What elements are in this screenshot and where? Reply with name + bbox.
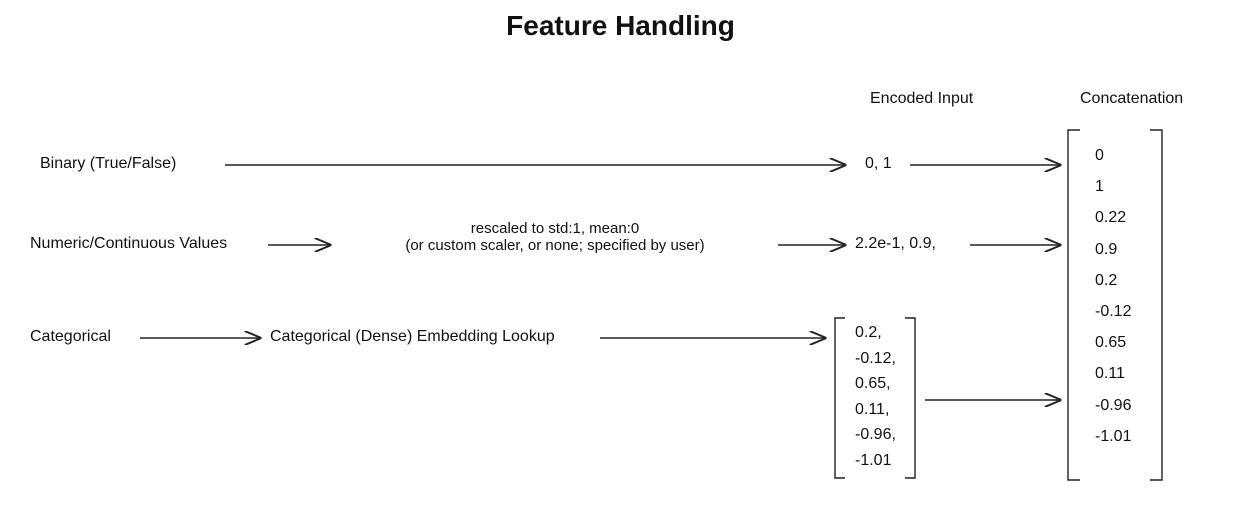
vec-cat-3: 0.11, (855, 397, 896, 423)
concat-0: 0 (1095, 140, 1131, 171)
transform-numeric: rescaled to std:1, mean:0 (or custom sca… (335, 220, 775, 254)
column-header-concat: Concatenation (1080, 90, 1183, 108)
concat-8: -0.96 (1095, 390, 1131, 421)
diagram-title: Feature Handling (0, 10, 1241, 42)
encoded-binary: 0, 1 (865, 155, 892, 173)
label-categorical: Categorical (30, 328, 111, 346)
concat-9: -1.01 (1095, 421, 1131, 452)
label-numeric: Numeric/Continuous Values (30, 235, 227, 253)
concat-7: 0.11 (1095, 358, 1131, 389)
vec-cat-5: -1.01 (855, 448, 896, 474)
concat-3: 0.9 (1095, 234, 1131, 265)
transform-numeric-line1: rescaled to std:1, mean:0 (335, 220, 775, 237)
label-binary: Binary (True/False) (40, 155, 176, 173)
column-header-encoded: Encoded Input (870, 90, 973, 108)
concat-vector: 0 1 0.22 0.9 0.2 -0.12 0.65 0.11 -0.96 -… (1095, 140, 1131, 452)
transform-numeric-line2: (or custom scaler, or none; specified by… (335, 237, 775, 254)
transform-categorical: Categorical (Dense) Embedding Lookup (270, 328, 555, 346)
concat-5: -0.12 (1095, 296, 1131, 327)
encoded-numeric: 2.2e-1, 0.9, (855, 235, 936, 253)
concat-4: 0.2 (1095, 265, 1131, 296)
concat-2: 0.22 (1095, 202, 1131, 233)
vec-cat-0: 0.2, (855, 320, 896, 346)
vec-cat-2: 0.65, (855, 371, 896, 397)
vec-cat-4: -0.96, (855, 422, 896, 448)
vec-cat-1: -0.12, (855, 346, 896, 372)
encoded-categorical-vector: 0.2, -0.12, 0.65, 0.11, -0.96, -1.01 (855, 320, 896, 474)
arrows-and-brackets (0, 0, 1241, 528)
diagram-stage: Feature Handling Encoded Input Concatena… (0, 0, 1241, 528)
concat-1: 1 (1095, 171, 1131, 202)
concat-6: 0.65 (1095, 327, 1131, 358)
